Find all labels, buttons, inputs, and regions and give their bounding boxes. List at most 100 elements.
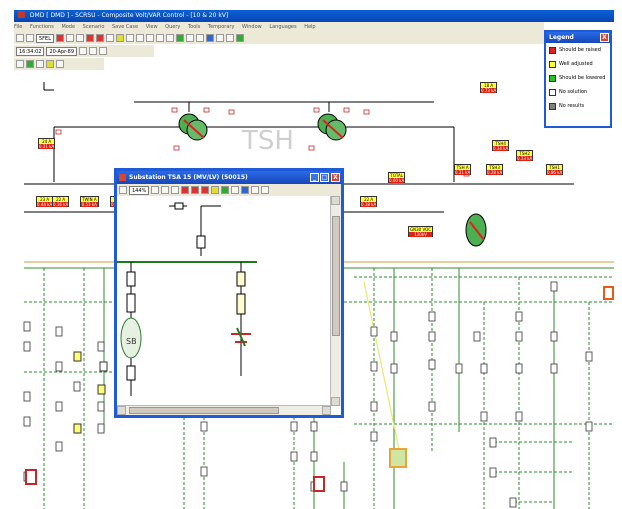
legend-item-lowered: Should be lowered <box>546 71 610 85</box>
menu-functions[interactable]: Functions <box>30 24 54 30</box>
copy-icon[interactable] <box>126 34 135 42</box>
menu-temporary[interactable]: Temporary <box>208 24 235 30</box>
substation-window-icon <box>119 174 126 181</box>
measurement-label[interactable]: TSH4 0.34 kA <box>492 140 510 151</box>
clock-icon[interactable] <box>79 47 88 55</box>
measurement-label[interactable]: GN30 VOC 120kV <box>408 226 434 237</box>
table-icon[interactable] <box>146 34 155 42</box>
menu-query[interactable]: Query <box>165 24 180 30</box>
close-button[interactable]: X <box>331 173 340 182</box>
grid-tool-icon[interactable] <box>26 34 34 42</box>
scroll-left-button[interactable] <box>117 406 126 415</box>
lock-icon[interactable] <box>186 34 195 42</box>
menu-window[interactable]: Window <box>242 24 262 30</box>
measurement-label[interactable]: TSH1 0.86 kA <box>546 164 564 175</box>
substation-diagram[interactable]: SB <box>117 196 331 406</box>
transformer-label: SB <box>126 337 137 346</box>
link-icon[interactable] <box>251 186 260 194</box>
measurement-label[interactable]: 22 A 0.16 kA <box>52 196 70 207</box>
substation-lines: SB <box>117 202 257 396</box>
time-field[interactable]: 16:34:02 <box>16 46 45 56</box>
measurement-label[interactable]: TSH2 0.23 kA <box>516 150 534 161</box>
calendar-icon[interactable] <box>99 47 108 55</box>
breaker-icon[interactable] <box>86 34 95 42</box>
maximize-button[interactable]: □ <box>320 173 329 182</box>
vertical-scrollbar[interactable] <box>330 196 341 406</box>
phase-icon[interactable] <box>261 186 270 194</box>
horizontal-scrollbar[interactable] <box>117 405 331 415</box>
measure-icon[interactable] <box>231 186 240 194</box>
minimize-button[interactable]: _ <box>310 173 319 182</box>
substation-window[interactable]: Substation TSA 15 (MV/LV) (50015) _ □ X … <box>114 168 344 418</box>
view-combo[interactable]: 5FEL <box>36 33 55 43</box>
measurement-label[interactable]: 22 A 0.18 kA <box>360 196 378 207</box>
zoom-icon[interactable] <box>196 34 205 42</box>
switch-icon[interactable] <box>201 186 210 194</box>
settings-icon[interactable] <box>166 34 175 42</box>
legend-window[interactable]: Legend X Should be raised Well adjusted … <box>544 30 612 128</box>
app-icon <box>18 11 25 18</box>
measurement-label[interactable]: TOTAL 0.00 kA <box>388 172 406 183</box>
network-icon[interactable] <box>206 34 215 42</box>
save-icon[interactable] <box>136 34 145 42</box>
copy-icon[interactable] <box>161 186 170 194</box>
substation-titlebar[interactable]: Substation TSA 15 (MV/LV) (50015) _ □ X <box>117 171 341 184</box>
measurement-label[interactable]: 23 A 0.44 kA <box>36 196 54 207</box>
legend-close-button[interactable]: X <box>600 33 609 42</box>
flag-icon[interactable] <box>56 60 64 68</box>
measurement-label[interactable]: 18 A 0.73 kA <box>480 82 498 93</box>
run-toolbar <box>14 58 104 70</box>
menu-scenario[interactable]: Scenario <box>83 24 105 30</box>
measurement-label[interactable]: TWIN A 0.53 kA <box>80 196 99 207</box>
measurement-label[interactable]: TSH A 0.21 kA <box>454 164 472 175</box>
binoculars-icon[interactable] <box>66 34 75 42</box>
menu-view[interactable]: View <box>146 24 158 30</box>
run-icon[interactable] <box>176 34 185 42</box>
page-icon[interactable] <box>36 60 44 68</box>
scroll-thumb[interactable] <box>129 407 279 414</box>
zoom-combo[interactable]: 144% <box>129 185 150 195</box>
transformer-symbol[interactable] <box>178 113 208 141</box>
filter-icon[interactable] <box>156 34 165 42</box>
scroll-thumb[interactable] <box>332 216 340 336</box>
warning-icon[interactable] <box>211 186 220 194</box>
measurement-label[interactable]: 24 A 0.21 kA <box>38 138 56 149</box>
step-icon[interactable] <box>16 60 24 68</box>
tree-icon[interactable] <box>236 34 245 42</box>
menu-mode[interactable]: Mode <box>61 24 75 30</box>
switch-icon[interactable] <box>96 34 105 42</box>
alarm-icon[interactable] <box>191 186 200 194</box>
scroll-down-button[interactable] <box>331 397 340 406</box>
ground-icon[interactable] <box>226 34 235 42</box>
alarm-icon[interactable] <box>56 34 65 42</box>
chart-icon[interactable] <box>106 34 115 42</box>
transformer-symbol[interactable] <box>317 113 347 141</box>
select-icon[interactable] <box>119 186 127 194</box>
scroll-up-button[interactable] <box>331 196 340 205</box>
transformer-symbol[interactable]: SB <box>120 317 142 359</box>
print-icon[interactable] <box>76 34 85 42</box>
node-icon[interactable] <box>241 186 250 194</box>
print-icon[interactable] <box>151 186 160 194</box>
main-toolbar: 5FEL <box>14 32 544 44</box>
legend-item-label: No results <box>559 103 585 109</box>
menu-save-case[interactable]: Save Case <box>112 24 138 30</box>
breaker-icon[interactable] <box>181 186 190 194</box>
text-icon[interactable] <box>216 34 225 42</box>
menu-languages[interactable]: Languages <box>269 24 296 30</box>
scroll-right-button[interactable] <box>322 406 331 415</box>
trend-icon[interactable] <box>89 47 98 55</box>
menu-file[interactable]: File <box>14 24 22 30</box>
pointer-tool-icon[interactable] <box>16 34 24 42</box>
warning-icon[interactable] <box>116 34 125 42</box>
ground-icon[interactable] <box>221 186 230 194</box>
play-icon[interactable] <box>26 60 34 68</box>
page-icon[interactable] <box>171 186 180 194</box>
date-field[interactable]: 20-Apr-89 <box>46 46 78 56</box>
caution-icon[interactable] <box>46 60 54 68</box>
menu-help[interactable]: Help <box>304 24 315 30</box>
menu-tools[interactable]: Tools <box>188 24 200 30</box>
legend-item-no-results: No results <box>546 99 610 113</box>
measurement-label[interactable]: TSH3 0.28 kA <box>486 164 504 175</box>
transformer-symbol[interactable] <box>465 213 487 247</box>
